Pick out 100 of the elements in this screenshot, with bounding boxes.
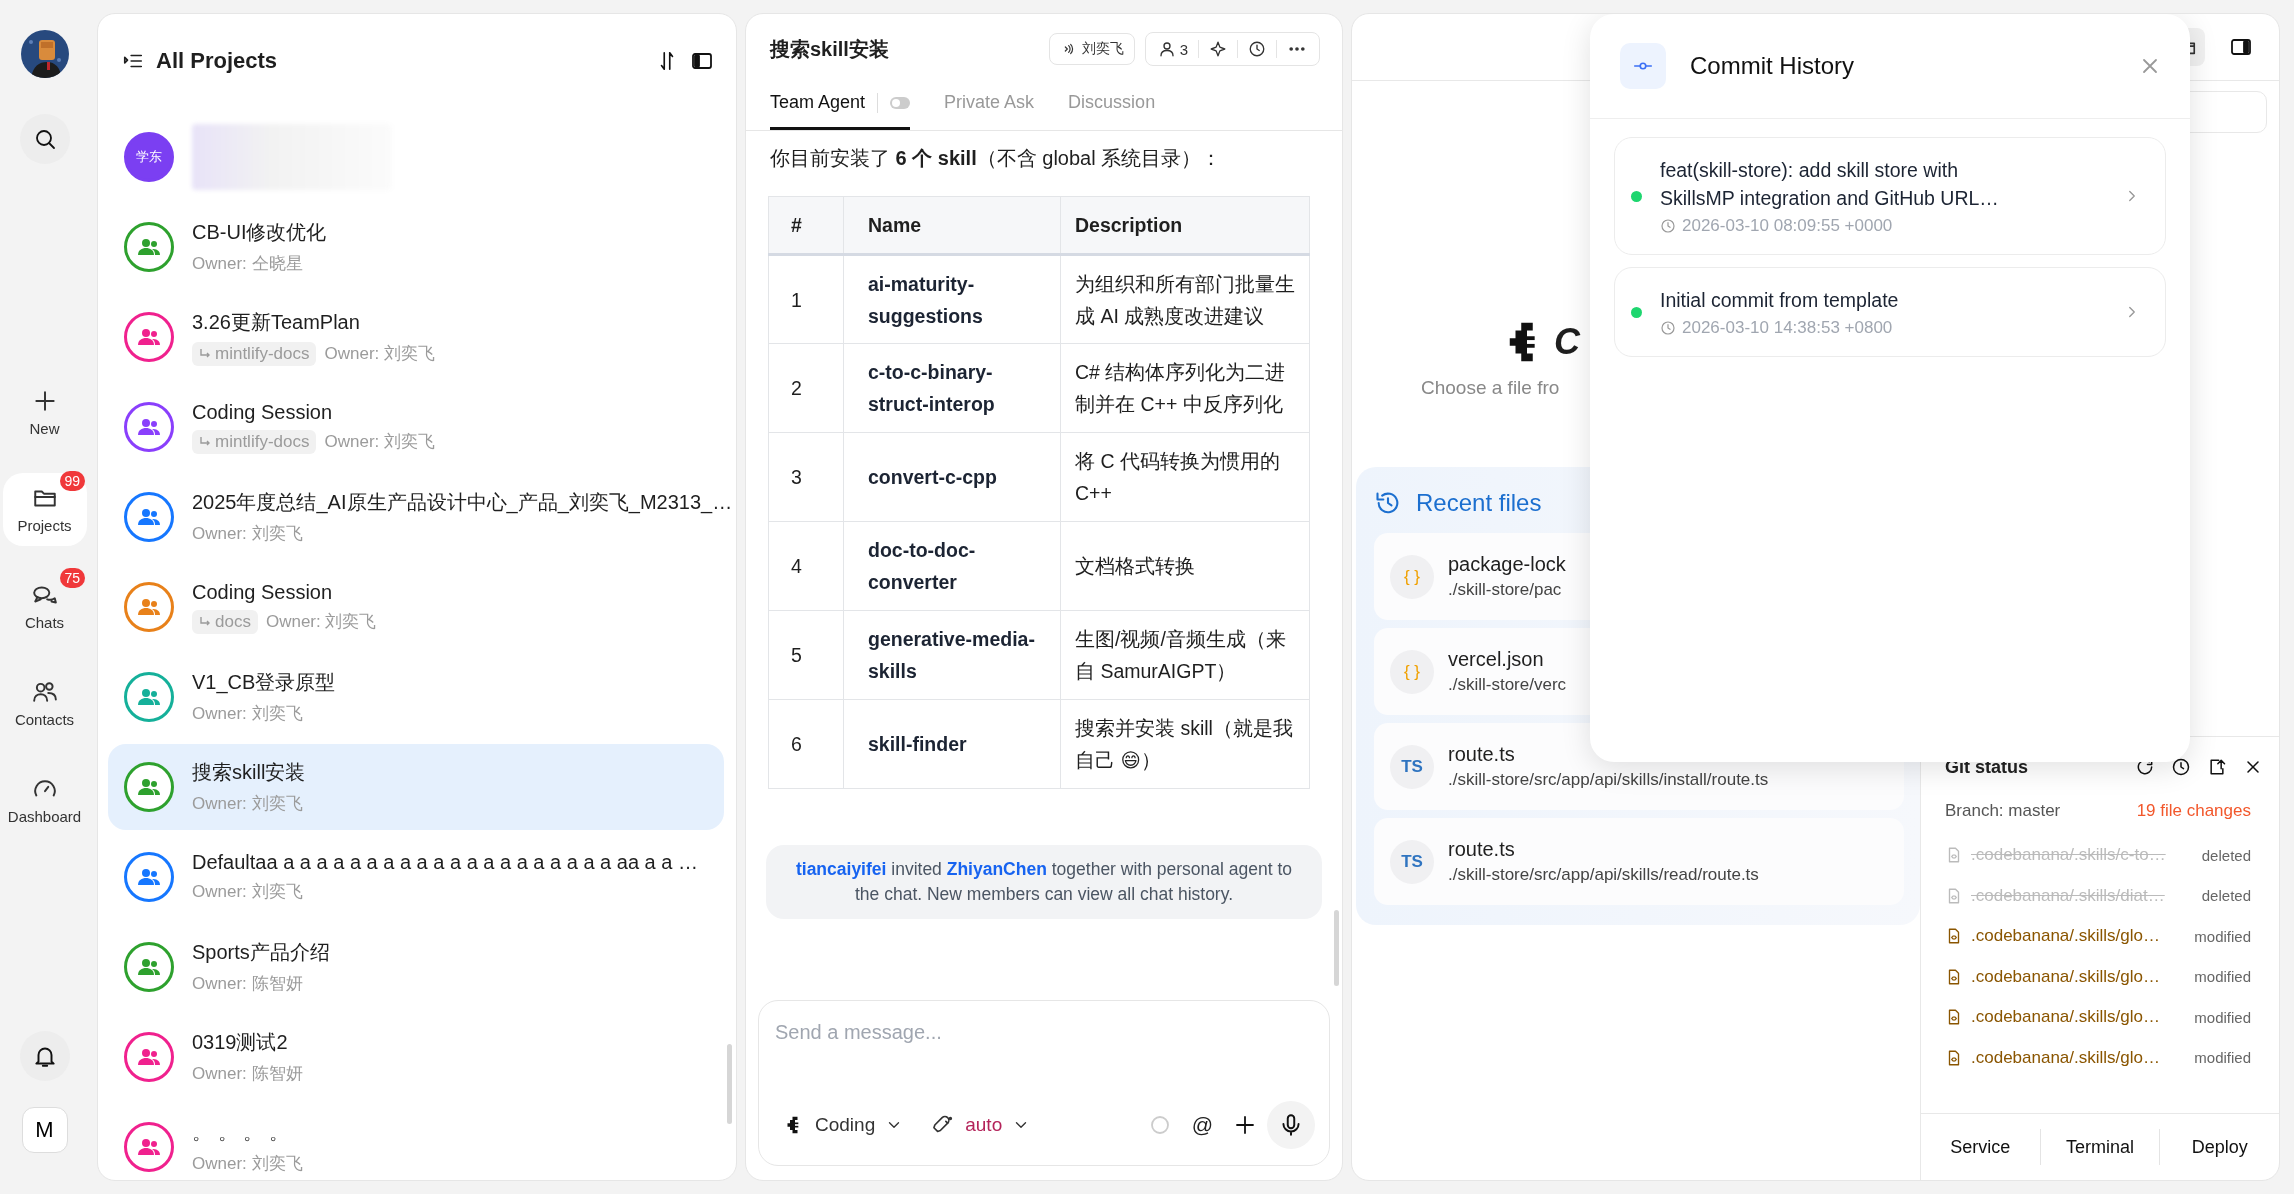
table-cell: 5 (768, 610, 844, 700)
table-cell: 2 (768, 343, 844, 433)
person-icon[interactable] (1157, 40, 1176, 58)
branch-name: mintlify-docs (215, 343, 310, 364)
table-cell: c-to-c-binary-struct-interop (843, 343, 1061, 433)
changed-file[interactable]: .codebanana/.skills/c-to… deleted (1921, 835, 2279, 876)
table-cell: 4 (768, 521, 844, 611)
chat-tab[interactable]: Team Agent (770, 92, 911, 130)
microphone-button[interactable] (1267, 1101, 1315, 1149)
branch-name: mintlify-docs (215, 431, 310, 452)
push-button[interactable] (2207, 757, 2227, 777)
project-item[interactable]: CB-UI修改优化 Owner: 仝晓星 (108, 204, 724, 290)
mention-button[interactable]: @ (1181, 1113, 1223, 1137)
scrollbar[interactable] (1334, 910, 1339, 986)
project-owner: Owner: 刘奕飞 (192, 1153, 303, 1175)
people-icon[interactable] (31, 679, 58, 705)
group-icon (137, 1137, 161, 1157)
file-name: vercel.json (1448, 648, 1545, 671)
file-type-icon: { } (1390, 649, 1434, 694)
mode-dropdown[interactable]: Coding (775, 1114, 914, 1136)
popup-title: Commit History (1690, 52, 1855, 80)
project-owner: Owner: 刘奕飞 (265, 611, 377, 633)
change-status: modified (2194, 927, 2251, 945)
system-message: tiancaiyifei invited ZhiyanChen together with personal agent to the chat. New members can view all chat history. (766, 845, 1322, 919)
empty-state-text: Choose a file fro (1421, 377, 1560, 399)
message-input[interactable]: Send a message... (775, 1001, 1315, 1044)
commit-item[interactable]: Initial commit from template 2026-03-10 14:38:53 +0800 (1614, 267, 2166, 357)
group-icon (137, 687, 161, 707)
commit-time: 2026-03-10 14:38:53 +0800 (1682, 318, 1893, 338)
project-item[interactable]: Defaultaa a a a a a a a a a a a a a a a a a a a a aa a a … Owner: 刘奕飞 (108, 834, 724, 920)
group-icon (137, 417, 161, 437)
project-name: 2025年度总结_AI原生产品设计中心_产品_刘奕飞_M2313_… (192, 490, 733, 516)
bottom-tab[interactable]: Service (1921, 1129, 2040, 1165)
nav-item[interactable]: Dashboard (2, 764, 87, 837)
commit-time: 2026-03-10 08:09:55 +0000 (1682, 216, 1893, 236)
file-path: ./skill-store/src/app/api/skills/read/route.ts (1448, 865, 1759, 885)
table-cell: doc-to-doc-converter (843, 521, 1061, 611)
file-type-icon: TS (1390, 839, 1434, 884)
group-icon (137, 327, 161, 347)
project-owner: Owner: 刘奕飞 (192, 793, 303, 815)
project-item[interactable]: Coding Session docs Owner: 刘奕飞 (108, 564, 724, 650)
agent-toggle[interactable] (890, 96, 911, 109)
nav-item[interactable]: Projects 99 (2, 473, 87, 546)
count-badge: 99 (59, 471, 86, 491)
project-item[interactable]: Sports产品介绍 Owner: 陈智妍 (108, 924, 724, 1010)
column-header: # (768, 196, 844, 255)
change-status: modified (2194, 1049, 2251, 1067)
project-item[interactable]: 学东 (108, 114, 724, 200)
branch-arrow-icon (199, 347, 211, 360)
model-dropdown[interactable]: auto (923, 1114, 1041, 1136)
scrollbar[interactable] (727, 1044, 732, 1124)
project-name: 。 。 。 。 (192, 1120, 290, 1145)
nav-item[interactable]: New (2, 376, 87, 449)
changed-file[interactable]: .codebanana/.skills/glo… modified (1921, 956, 2279, 997)
bottom-tab[interactable]: Terminal (2039, 1129, 2160, 1165)
recent-file[interactable]: TS route.ts ./skill-store/src/app/api/skills/read/route.ts (1374, 818, 1904, 905)
file-path: ./skill-store/verc (1448, 675, 1567, 695)
project-item[interactable]: 搜索skill安装 Owner: 刘奕飞 (108, 744, 724, 830)
table-cell: 6 (768, 699, 844, 789)
project-owner: Owner: 刘奕飞 (324, 343, 435, 365)
project-item[interactable]: 。 。 。 。 Owner: 刘奕飞 (108, 1104, 724, 1180)
user-link[interactable]: ZhiyanChen (946, 859, 1047, 879)
add-button[interactable] (1233, 1113, 1257, 1137)
account-button[interactable]: M (21, 1107, 68, 1153)
commit-item[interactable]: feat(skill-store): add skill store with SkillsMP integration and GitHub URL… 2026-03-10 08:09:55 +0000 (1614, 137, 2166, 255)
nav-item[interactable]: Contacts (2, 667, 87, 740)
file-type-icon: TS (1390, 744, 1434, 789)
sparkle-icon[interactable] (1209, 40, 1227, 58)
avatar: 学东 (124, 132, 174, 182)
commit-message: feat(skill-store): add skill store with SkillsMP integration and GitHub URL… (1660, 158, 2000, 211)
file-name: route.ts (1448, 838, 1516, 861)
project-name: Coding Session (192, 400, 334, 424)
project-item[interactable]: 0319测试2 Owner: 陈智妍 (108, 1014, 724, 1100)
nav-item[interactable]: Chats 75 (2, 570, 87, 643)
project-item[interactable]: 3.26更新TeamPlan mintlify-docs Owner: 刘奕飞 (108, 294, 724, 380)
group-icon (137, 957, 161, 977)
changed-file[interactable]: .codebanana/.skills/diat… deleted (1921, 875, 2279, 916)
group-icon (137, 867, 161, 887)
changed-file[interactable]: .codebanana/.skills/glo… modified (1921, 916, 2279, 957)
user-link[interactable]: tiancaiyifei (795, 859, 887, 879)
changed-file[interactable]: .codebanana/.skills/glo… modified (1921, 1037, 2279, 1078)
chat-title: 搜索skill安装 (770, 36, 890, 62)
table-cell: 搜索并安装 skill（就是我自己 😄） (1060, 699, 1310, 789)
members-button[interactable]: 3 (1151, 36, 1194, 62)
table-cell: 文档格式转换 (1060, 521, 1310, 611)
clock-icon[interactable] (1248, 40, 1266, 58)
changed-file[interactable]: .codebanana/.skills/glo… modified (1921, 997, 2279, 1038)
branch-arrow-icon (199, 435, 211, 448)
table-cell: convert-c-cpp (843, 432, 1061, 522)
project-owner: Owner: 陈智妍 (192, 973, 303, 995)
project-item[interactable]: V1_CB登录原型 Owner: 刘奕飞 (108, 654, 724, 740)
change-status: modified (2194, 968, 2251, 986)
project-owner: Owner: 陈智妍 (192, 1063, 303, 1085)
speaker-chip[interactable]: 刘奕飞 (1048, 33, 1135, 65)
history-button[interactable] (2171, 757, 2191, 777)
project-name: CB-UI修改优化 (192, 220, 327, 245)
section-title: Recent files (1416, 489, 1542, 517)
bottom-tab[interactable]: Deploy (2159, 1129, 2279, 1165)
project-item[interactable]: Coding Session mintlify-docs Owner: 刘奕飞 (108, 384, 724, 470)
branch-name: docs (215, 611, 251, 632)
